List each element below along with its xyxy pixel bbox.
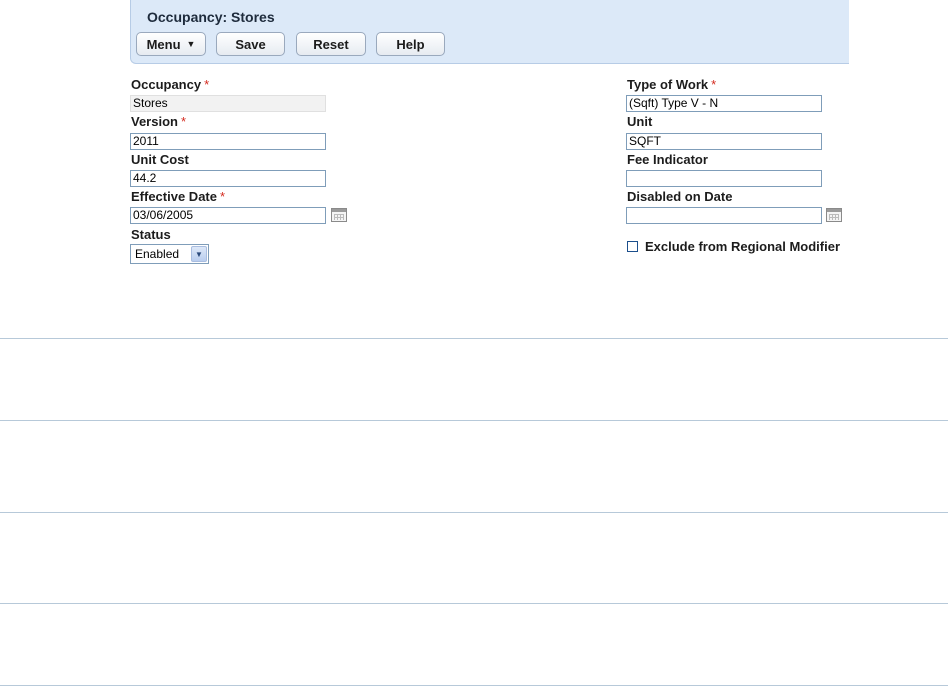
occupancy-field: Stores (130, 95, 326, 112)
required-marker: * (711, 77, 717, 92)
required-marker: * (180, 114, 187, 129)
menu-button-label: Menu (146, 36, 181, 52)
reset-button[interactable]: Reset (296, 32, 366, 56)
disabled-on-date-field[interactable] (626, 207, 822, 224)
help-button[interactable]: Help (376, 32, 445, 56)
required-marker: * (219, 189, 226, 204)
unit-label: Unit (627, 114, 653, 129)
version-label-text: Version (131, 114, 178, 129)
type-of-work-label: Type of Work * (627, 77, 716, 92)
status-select[interactable]: Enabled ▼ (130, 244, 209, 264)
calendar-icon[interactable] (331, 208, 347, 222)
occupancy-label: Occupancy * (131, 77, 209, 92)
version-label: Version * (131, 114, 186, 129)
exclude-regional-modifier-checkbox[interactable] (627, 241, 638, 252)
required-marker: * (204, 77, 210, 92)
version-field[interactable]: 2011 (130, 133, 326, 150)
section-divider (0, 338, 948, 339)
calendar-icon[interactable] (826, 208, 842, 222)
disabled-on-date-label: Disabled on Date (627, 189, 733, 204)
status-label: Status (131, 227, 171, 242)
menu-button[interactable]: Menu ▼ (136, 32, 206, 56)
unit-cost-field[interactable]: 44.2 (130, 170, 326, 187)
type-of-work-label-text: Type of Work (627, 77, 709, 92)
section-divider (0, 685, 948, 686)
unit-cost-label: Unit Cost (131, 152, 189, 167)
section-divider (0, 420, 948, 421)
effective-date-label: Effective Date * (131, 189, 225, 204)
exclude-regional-modifier-label[interactable]: Exclude from Regional Modifier (645, 239, 840, 254)
save-button[interactable]: Save (216, 32, 285, 56)
fee-indicator-field[interactable] (626, 170, 822, 187)
occupancy-label-text: Occupancy (131, 77, 202, 92)
status-select-value: Enabled (135, 247, 180, 261)
menu-dropdown-icon: ▼ (186, 38, 196, 49)
unit-field[interactable]: SQFT (626, 133, 822, 150)
page-header: Occupancy: Stores Menu ▼ Save Reset Help (130, 0, 849, 64)
fee-indicator-label: Fee Indicator (627, 152, 708, 167)
section-divider (0, 512, 948, 513)
page-title: Occupancy: Stores (147, 9, 275, 25)
section-divider (0, 603, 948, 604)
type-of-work-field[interactable]: (Sqft) Type V - N (626, 95, 822, 112)
effective-date-label-text: Effective Date (131, 189, 217, 204)
effective-date-field[interactable]: 03/06/2005 (130, 207, 326, 224)
chevron-down-icon[interactable]: ▼ (191, 246, 207, 262)
